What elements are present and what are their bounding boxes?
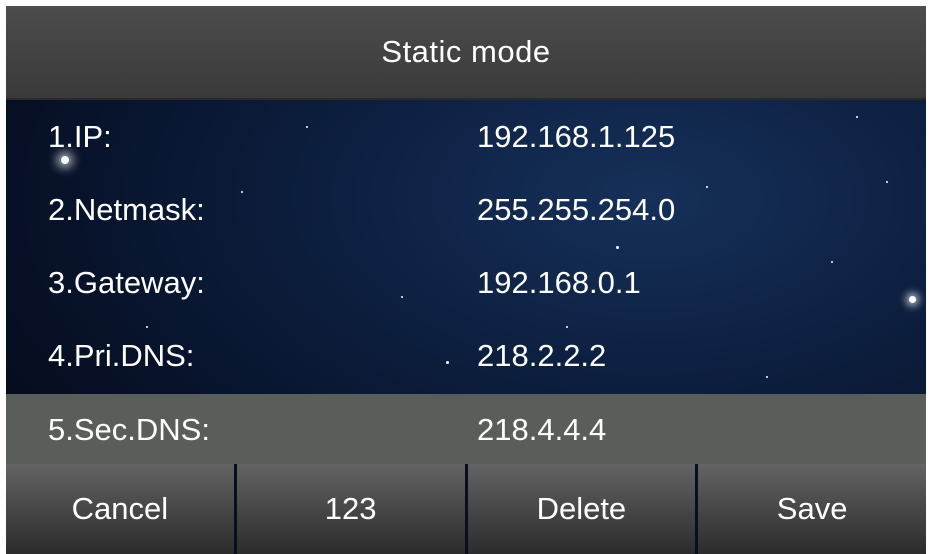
secondary-dns-field[interactable]: 218.4.4.4 (477, 412, 606, 448)
cancel-button-label: Cancel (71, 491, 169, 526)
softkey-bar: Cancel 123 Delete Save (6, 464, 926, 554)
primary-dns-field[interactable]: 218.2.2.2 (477, 338, 606, 374)
list-item-secondary-dns[interactable]: 5.Sec.DNS: 218.4.4.4 (6, 394, 926, 465)
list-item-primary-dns[interactable]: 4.Pri.DNS: 218.2.2.2 (6, 319, 926, 392)
phone-screen: Static mode 1.IP: 192.168.1.125 2.Netmas… (6, 6, 926, 554)
title-bar: Static mode (6, 6, 926, 100)
settings-list: 1.IP: 192.168.1.125 2.Netmask: 255.255.2… (6, 100, 926, 465)
field-label: 2.Netmask: (48, 191, 205, 227)
list-item-netmask[interactable]: 2.Netmask: 255.255.254.0 (6, 173, 926, 246)
input-mode-button-label: 123 (324, 491, 377, 526)
list-item-gateway[interactable]: 3.Gateway: 192.168.0.1 (6, 246, 926, 319)
input-mode-button[interactable]: 123 (236, 464, 468, 554)
ip-field[interactable]: 192.168.1.125 (477, 119, 675, 155)
gateway-field[interactable]: 192.168.0.1 (477, 265, 641, 301)
field-label: 3.Gateway: (48, 264, 205, 300)
field-label: 1.IP: (48, 118, 112, 154)
field-label: 4.Pri.DNS: (48, 337, 195, 373)
list-item-ip[interactable]: 1.IP: 192.168.1.125 (6, 100, 926, 173)
delete-button-label: Delete (536, 491, 627, 526)
save-button[interactable]: Save (698, 464, 926, 554)
page-title: Static mode (381, 34, 551, 69)
cancel-button[interactable]: Cancel (6, 464, 237, 554)
netmask-field[interactable]: 255.255.254.0 (477, 192, 675, 228)
delete-button[interactable]: Delete (467, 464, 699, 554)
field-label: 5.Sec.DNS: (48, 411, 210, 447)
save-button-label: Save (776, 491, 848, 526)
